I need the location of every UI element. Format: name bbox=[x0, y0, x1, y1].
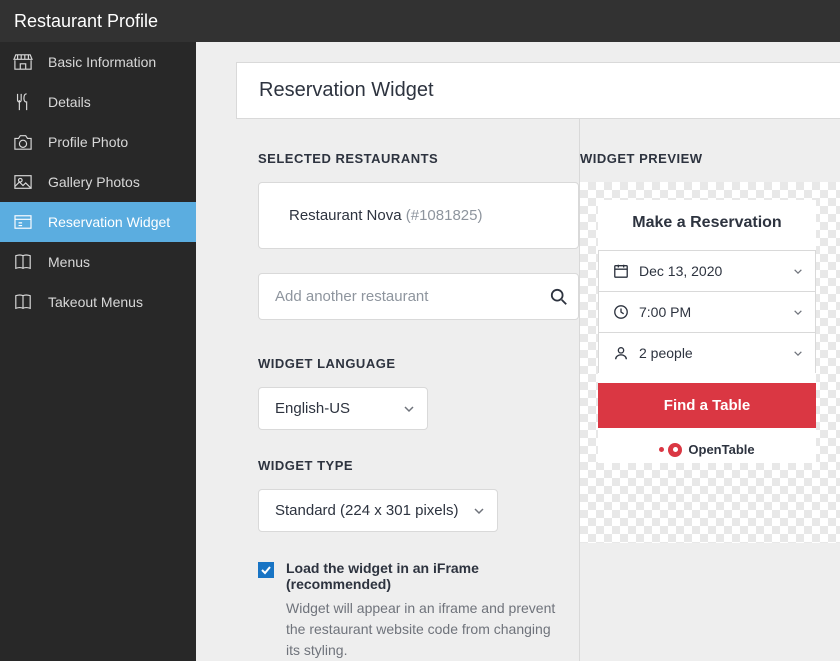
chevron-down-icon bbox=[473, 507, 485, 515]
widget-type-select[interactable]: Standard (224 x 301 pixels) bbox=[258, 489, 498, 532]
sidebar: Basic Information Details Profile Photo … bbox=[0, 42, 196, 661]
clock-icon bbox=[613, 304, 629, 320]
settings-column: SELECTED RESTAURANTS Restaurant Nova (#1… bbox=[236, 119, 579, 661]
opentable-logo-icon bbox=[659, 443, 682, 457]
opentable-text: OpenTable bbox=[688, 442, 754, 457]
preview-card: Make a Reservation Dec 13, 2020 7:00 PM bbox=[580, 182, 840, 543]
sidebar-item-label: Details bbox=[48, 94, 91, 110]
selected-restaurant[interactable]: Restaurant Nova (#1081825) bbox=[258, 182, 579, 249]
search-input[interactable] bbox=[259, 274, 578, 319]
add-restaurant-search[interactable] bbox=[258, 273, 579, 320]
sidebar-item-gallery-photos[interactable]: Gallery Photos bbox=[0, 162, 196, 202]
widget-preview-label: WIDGET PREVIEW bbox=[580, 151, 840, 166]
sidebar-item-profile-photo[interactable]: Profile Photo bbox=[0, 122, 196, 162]
chevron-down-icon bbox=[793, 350, 803, 357]
people-field[interactable]: 2 people bbox=[598, 332, 816, 373]
restaurant-id: (#1081825) bbox=[406, 207, 483, 224]
sidebar-item-label: Takeout Menus bbox=[48, 294, 143, 310]
book-icon bbox=[12, 293, 34, 311]
preview-column: WIDGET PREVIEW Make a Reservation Dec 13… bbox=[579, 119, 840, 661]
chevron-down-icon bbox=[403, 405, 415, 413]
iframe-checkbox-row[interactable]: Load the widget in an iFrame (recommende… bbox=[258, 560, 579, 592]
iframe-checkbox-label: Load the widget in an iFrame (recommende… bbox=[286, 560, 579, 592]
time-value: 7:00 PM bbox=[639, 304, 691, 320]
widget-language-label: WIDGET LANGUAGE bbox=[258, 356, 579, 371]
sidebar-item-label: Basic Information bbox=[48, 54, 156, 70]
time-field[interactable]: 7:00 PM bbox=[598, 291, 816, 332]
chevron-down-icon bbox=[793, 309, 803, 316]
main-content: Reservation Widget SELECTED RESTAURANTS … bbox=[196, 42, 840, 661]
widget-icon bbox=[12, 214, 34, 230]
sidebar-item-basic-information[interactable]: Basic Information bbox=[0, 42, 196, 82]
find-table-button[interactable]: Find a Table bbox=[598, 383, 816, 428]
widget-type-value: Standard (224 x 301 pixels) bbox=[275, 502, 458, 519]
search-icon[interactable] bbox=[550, 288, 568, 306]
date-value: Dec 13, 2020 bbox=[639, 263, 722, 279]
iframe-checkbox-description: Widget will appear in an iframe and prev… bbox=[258, 598, 568, 661]
sidebar-item-reservation-widget[interactable]: Reservation Widget bbox=[0, 202, 196, 242]
language-select[interactable]: English-US bbox=[258, 387, 428, 430]
book-icon bbox=[12, 253, 34, 271]
sidebar-item-takeout-menus[interactable]: Takeout Menus bbox=[0, 282, 196, 322]
person-icon bbox=[613, 345, 629, 361]
date-field[interactable]: Dec 13, 2020 bbox=[598, 250, 816, 291]
image-icon bbox=[12, 173, 34, 191]
sidebar-item-menus[interactable]: Menus bbox=[0, 242, 196, 282]
sidebar-item-label: Menus bbox=[48, 254, 90, 270]
store-icon bbox=[12, 53, 34, 71]
camera-icon bbox=[12, 133, 34, 151]
selected-restaurants-label: SELECTED RESTAURANTS bbox=[258, 151, 579, 166]
utensils-icon bbox=[12, 92, 34, 112]
page-title: Restaurant Profile bbox=[0, 0, 840, 42]
sidebar-item-label: Profile Photo bbox=[48, 134, 128, 150]
sidebar-item-details[interactable]: Details bbox=[0, 82, 196, 122]
widget-type-label: WIDGET TYPE bbox=[258, 458, 579, 473]
sidebar-item-label: Gallery Photos bbox=[48, 174, 140, 190]
panel-title: Reservation Widget bbox=[236, 62, 840, 119]
sidebar-item-label: Reservation Widget bbox=[48, 214, 170, 230]
calendar-icon bbox=[613, 263, 629, 279]
people-value: 2 people bbox=[639, 345, 693, 361]
chevron-down-icon bbox=[793, 268, 803, 275]
restaurant-name: Restaurant Nova bbox=[289, 207, 406, 224]
checkbox-checked[interactable] bbox=[258, 562, 274, 578]
reservation-widget: Make a Reservation Dec 13, 2020 7:00 PM bbox=[598, 200, 816, 463]
powered-by: OpenTable bbox=[598, 428, 816, 463]
language-value: English-US bbox=[275, 400, 350, 417]
widget-title: Make a Reservation bbox=[598, 200, 816, 250]
